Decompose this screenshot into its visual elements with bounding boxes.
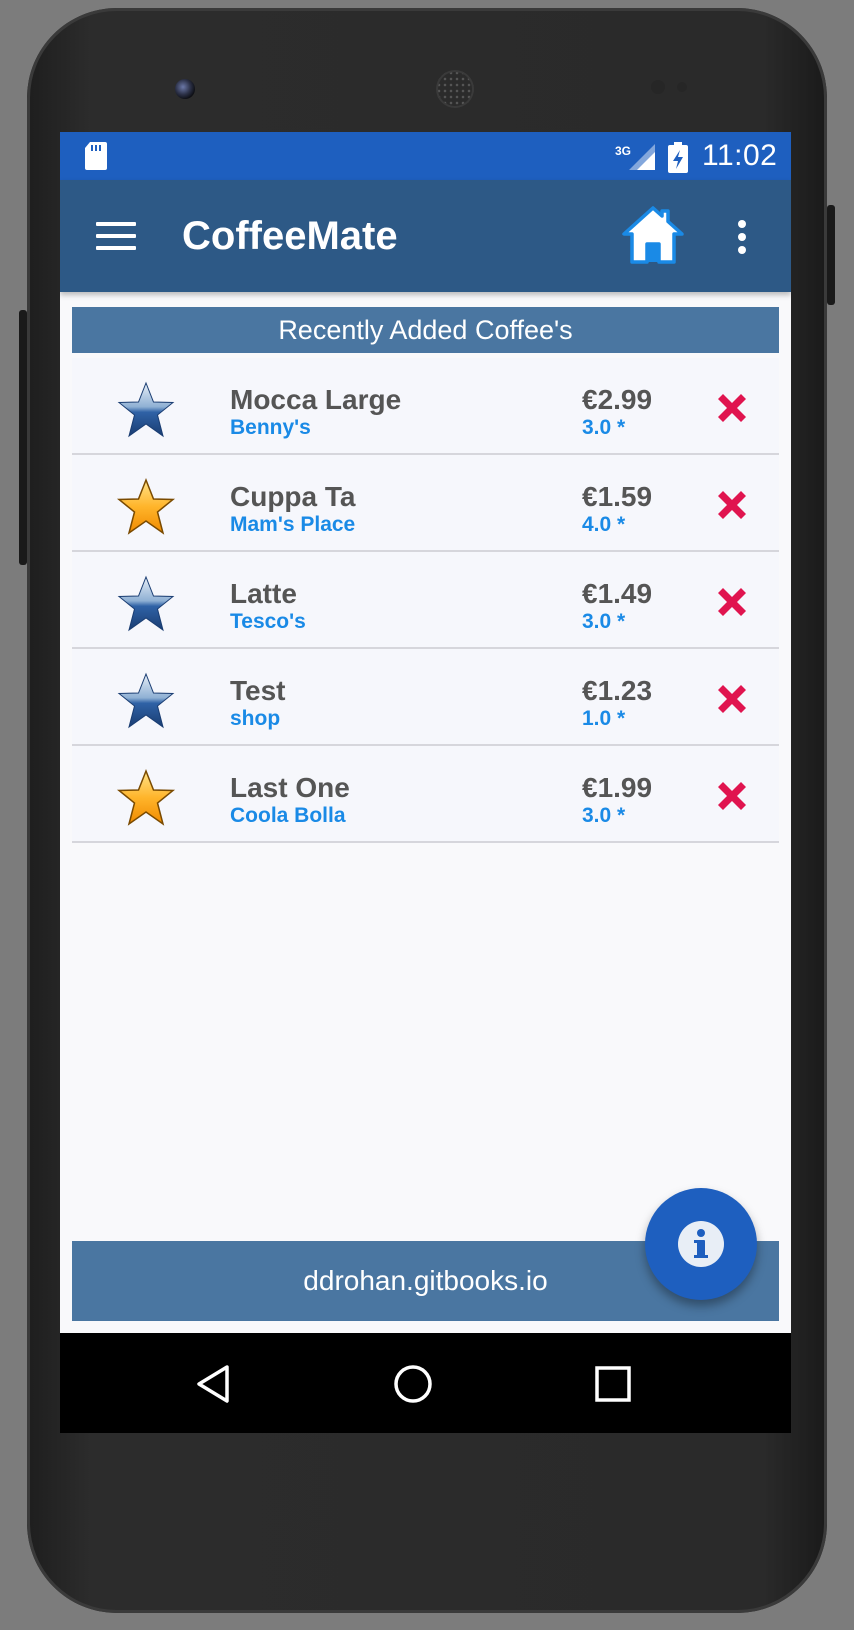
info-icon xyxy=(678,1221,724,1267)
coffee-shop: Mam's Place xyxy=(230,513,356,536)
section-header: Recently Added Coffee's xyxy=(72,307,779,353)
back-icon[interactable] xyxy=(193,1363,235,1405)
app-title: CoffeeMate xyxy=(182,214,398,258)
delete-icon[interactable] xyxy=(712,485,752,525)
star-icon-not-favourite[interactable] xyxy=(116,574,176,634)
earpiece-speaker xyxy=(436,70,474,108)
status-bar: 3G 11:02 xyxy=(60,132,791,180)
coffee-rating: 1.0 * xyxy=(582,707,626,730)
coffee-rating: 3.0 * xyxy=(582,416,626,439)
coffee-name: Cuppa Ta xyxy=(230,481,356,512)
coffee-shop: Benny's xyxy=(230,416,311,439)
star-icon-favourite[interactable] xyxy=(116,768,176,828)
delete-icon[interactable] xyxy=(712,679,752,719)
star-icon-favourite[interactable] xyxy=(116,477,176,537)
coffee-row[interactable]: Cuppa Ta Mam's Place €1.59 4.0 * xyxy=(72,455,779,552)
star-icon-not-favourite[interactable] xyxy=(116,671,176,731)
app-bar: CoffeeMate xyxy=(60,180,791,292)
sd-card-icon xyxy=(85,142,107,170)
coffee-rating: 3.0 * xyxy=(582,804,626,827)
delete-icon[interactable] xyxy=(712,388,752,428)
coffee-price: €2.99 xyxy=(582,384,653,415)
volume-button xyxy=(19,310,27,565)
coffee-row[interactable]: Last One Coola Bolla €1.99 3.0 * xyxy=(72,746,779,843)
more-vert-icon[interactable] xyxy=(736,220,748,256)
delete-icon[interactable] xyxy=(712,582,752,622)
proximity-sensor xyxy=(651,80,665,94)
coffee-rating: 3.0 * xyxy=(582,610,626,633)
coffee-list: Mocca Large Benny's €2.99 3.0 * Cuppa Ta… xyxy=(72,358,779,843)
system-nav-bar xyxy=(60,1333,791,1433)
coffee-row[interactable]: Test shop €1.23 1.0 * xyxy=(72,649,779,746)
coffee-shop: Coola Bolla xyxy=(230,804,346,827)
star-icon-not-favourite[interactable] xyxy=(116,380,176,440)
coffee-rating: 4.0 * xyxy=(582,513,626,536)
coffee-row[interactable]: Latte Tesco's €1.49 3.0 * xyxy=(72,552,779,649)
home-icon[interactable] xyxy=(620,202,686,268)
hamburger-menu-icon[interactable] xyxy=(96,222,136,252)
battery-charging-icon xyxy=(668,142,688,173)
delete-icon[interactable] xyxy=(712,776,752,816)
light-sensor xyxy=(677,82,687,92)
cell-signal-icon: 3G xyxy=(615,144,655,170)
coffee-shop: shop xyxy=(230,707,281,730)
clock: 11:02 xyxy=(702,139,778,172)
coffee-name: Mocca Large xyxy=(230,384,402,415)
coffee-name: Latte xyxy=(230,578,297,609)
home-circle-icon[interactable] xyxy=(392,1363,434,1405)
coffee-price: €1.49 xyxy=(582,578,653,609)
front-camera xyxy=(175,79,195,99)
recents-icon[interactable] xyxy=(592,1363,634,1405)
coffee-price: €1.23 xyxy=(582,675,653,706)
coffee-price: €1.59 xyxy=(582,481,653,512)
power-button xyxy=(827,205,835,305)
coffee-row[interactable]: Mocca Large Benny's €2.99 3.0 * xyxy=(72,358,779,455)
coffee-name: Test xyxy=(230,675,286,706)
coffee-shop: Tesco's xyxy=(230,610,306,633)
coffee-name: Last One xyxy=(230,772,350,803)
app-screen: 3G 11:02 CoffeeMate Recently Added Coffe… xyxy=(60,132,791,1433)
info-fab-button[interactable] xyxy=(645,1188,757,1300)
network-type-label: 3G xyxy=(615,144,631,158)
coffee-price: €1.99 xyxy=(582,772,653,803)
